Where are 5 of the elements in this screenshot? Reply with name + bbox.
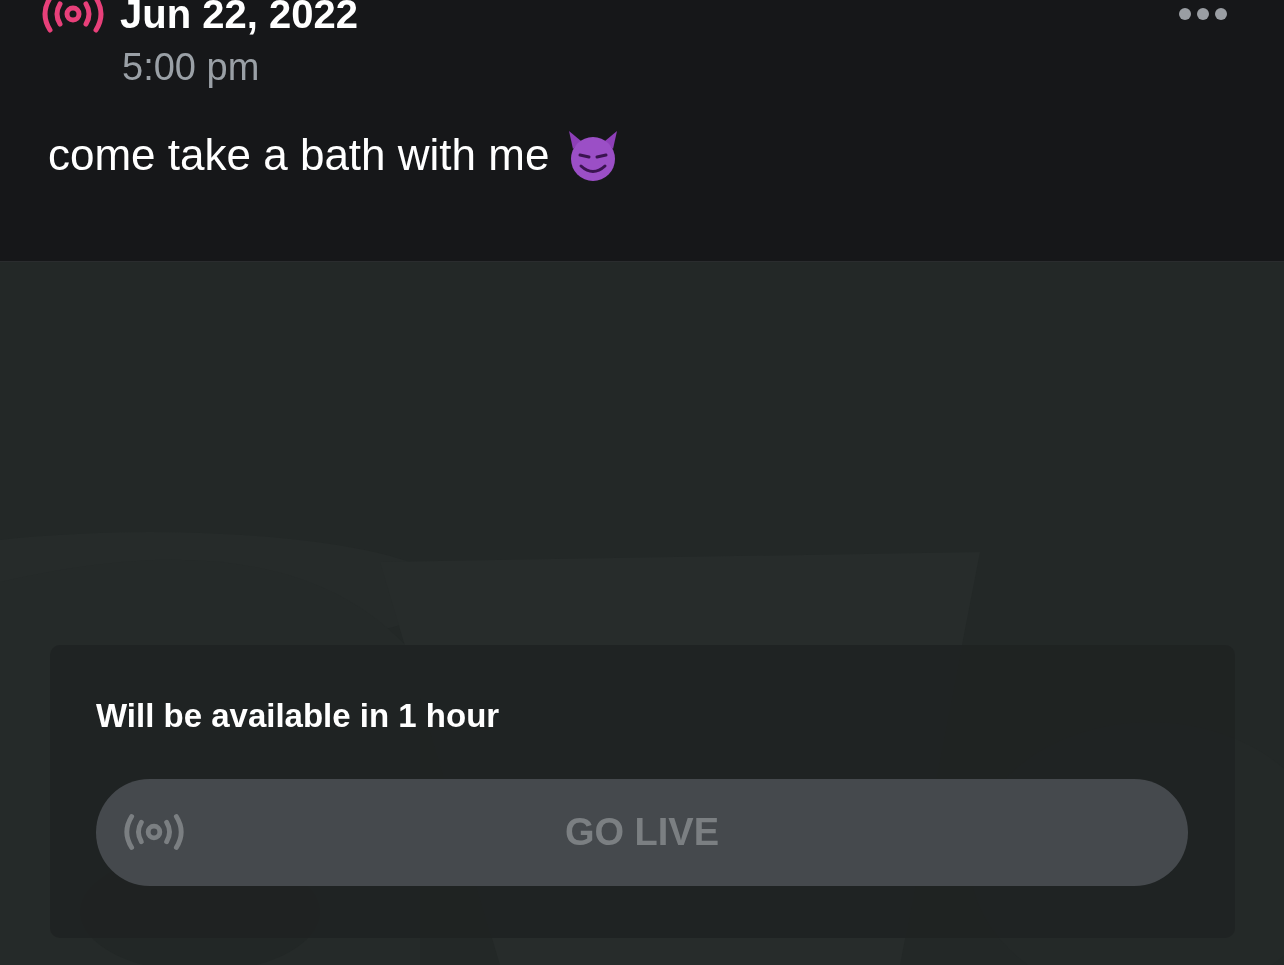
post-text: come take a bath with me <box>48 130 550 180</box>
availability-notice: Will be available in 1 hour <box>96 697 501 735</box>
more-options-icon[interactable] <box>1178 7 1228 21</box>
post-date: Jun 22, 2022 <box>120 0 358 37</box>
post-time: 5:00 pm <box>122 46 261 89</box>
